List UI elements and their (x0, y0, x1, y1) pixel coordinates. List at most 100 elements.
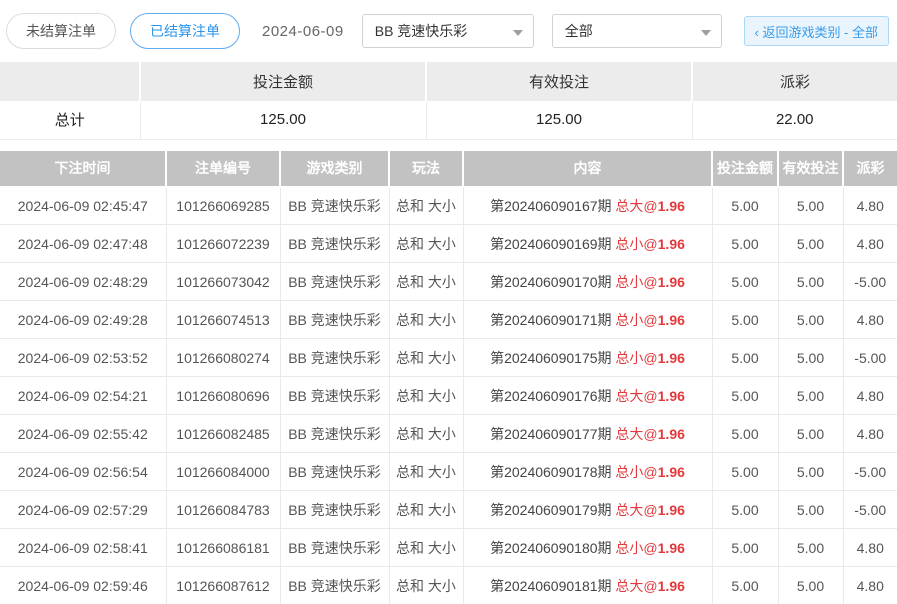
bet-odds: 1.96 (658, 464, 685, 480)
game-type-cell: BB 竞速快乐彩 (280, 415, 389, 453)
stake-cell: 5.00 (712, 453, 778, 491)
header-payout: 派彩 (843, 151, 897, 187)
bet-content-cell: 第202406090178期 总小@1.96 (463, 453, 712, 491)
bet-content-cell: 第202406090175期 总小@1.96 (463, 339, 712, 377)
bet-time-cell: 2024-06-09 02:56:54 (0, 453, 166, 491)
bet-content-cell: 第202406090179期 总大@1.96 (463, 491, 712, 529)
table-row: 2024-06-09 02:54:21101266080696BB 竞速快乐彩总… (0, 377, 897, 415)
valid-stake-cell: 5.00 (778, 301, 843, 339)
table-row: 2024-06-09 02:49:28101266074513BB 竞速快乐彩总… (0, 301, 897, 339)
payout-cell: 4.80 (843, 567, 897, 604)
tab-unsettled-bets[interactable]: 未结算注单 (6, 13, 116, 49)
header-play-type: 玩法 (389, 151, 463, 187)
draw-period: 第202406090181期 (490, 578, 615, 594)
play-type-cell: 总和 大小 (389, 377, 463, 415)
bet-pick: 总大@ (615, 502, 657, 518)
back-to-game-category-button[interactable]: ‹ 返回游戏类别 - 全部 (744, 16, 890, 46)
valid-stake-cell: 5.00 (778, 225, 843, 263)
draw-period: 第202406090180期 (490, 540, 615, 556)
valid-stake-cell: 5.00 (778, 377, 843, 415)
draw-period: 第202406090169期 (490, 236, 615, 252)
payout-cell: -5.00 (843, 263, 897, 301)
header-content: 内容 (463, 151, 712, 187)
play-type-cell: 总和 大小 (389, 567, 463, 604)
stake-cell: 5.00 (712, 225, 778, 263)
summary-header-row: 投注金额 有效投注 派彩 (0, 62, 897, 101)
summary-total-row: 总计 125.00 125.00 22.00 (0, 101, 897, 139)
filter-select[interactable]: 全部 (552, 14, 722, 48)
draw-period: 第202406090175期 (490, 350, 615, 366)
header-order-id: 注单编号 (166, 151, 280, 187)
bet-time-cell: 2024-06-09 02:58:41 (0, 529, 166, 567)
bet-pick: 总大@ (615, 578, 657, 594)
payout-cell: 4.80 (843, 301, 897, 339)
bet-pick: 总大@ (615, 426, 657, 442)
table-row: 2024-06-09 02:48:29101266073042BB 竞速快乐彩总… (0, 263, 897, 301)
summary-total-valid-bet: 125.00 (426, 101, 692, 139)
table-row: 2024-06-09 02:55:42101266082485BB 竞速快乐彩总… (0, 415, 897, 453)
game-type-select[interactable]: BB 竞速快乐彩 (362, 14, 534, 48)
stake-cell: 5.00 (712, 301, 778, 339)
bet-pick: 总大@ (615, 198, 657, 214)
play-type-cell: 总和 大小 (389, 415, 463, 453)
bet-content-cell: 第202406090177期 总大@1.96 (463, 415, 712, 453)
tab-settled-bets[interactable]: 已结算注单 (130, 13, 240, 49)
summary-header-valid-bet: 有效投注 (426, 62, 692, 101)
bet-odds: 1.96 (658, 502, 685, 518)
bet-odds: 1.96 (658, 236, 685, 252)
valid-stake-cell: 5.00 (778, 187, 843, 225)
bet-time-cell: 2024-06-09 02:59:46 (0, 567, 166, 604)
stake-cell: 5.00 (712, 567, 778, 604)
toolbar: 未结算注单 已结算注单 2024-06-09 BB 竞速快乐彩 全部 ‹ 返回游… (0, 0, 897, 62)
header-game-type: 游戏类别 (280, 151, 389, 187)
summary-header-bet-amount: 投注金额 (140, 62, 426, 101)
play-type-cell: 总和 大小 (389, 529, 463, 567)
stake-cell: 5.00 (712, 529, 778, 567)
valid-stake-cell: 5.00 (778, 415, 843, 453)
summary-total-bet-amount: 125.00 (140, 101, 426, 139)
play-type-cell: 总和 大小 (389, 187, 463, 225)
bet-time-cell: 2024-06-09 02:54:21 (0, 377, 166, 415)
date-label: 2024-06-09 (262, 23, 344, 40)
bet-content-cell: 第202406090176期 总大@1.96 (463, 377, 712, 415)
game-type-cell: BB 竞速快乐彩 (280, 187, 389, 225)
bet-content-cell: 第202406090181期 总大@1.96 (463, 567, 712, 604)
header-valid-bet: 有效投注 (778, 151, 843, 187)
bet-time-cell: 2024-06-09 02:49:28 (0, 301, 166, 339)
draw-period: 第202406090178期 (490, 464, 615, 480)
table-row: 2024-06-09 02:45:47101266069285BB 竞速快乐彩总… (0, 187, 897, 225)
game-type-cell: BB 竞速快乐彩 (280, 567, 389, 604)
bet-content-cell: 第202406090170期 总小@1.96 (463, 263, 712, 301)
table-row: 2024-06-09 02:58:41101266086181BB 竞速快乐彩总… (0, 529, 897, 567)
draw-period: 第202406090179期 (490, 502, 615, 518)
game-type-cell: BB 竞速快乐彩 (280, 529, 389, 567)
stake-cell: 5.00 (712, 263, 778, 301)
play-type-cell: 总和 大小 (389, 301, 463, 339)
draw-period: 第202406090170期 (490, 274, 615, 290)
bet-pick: 总大@ (615, 388, 657, 404)
payout-cell: -5.00 (843, 453, 897, 491)
bet-time-cell: 2024-06-09 02:48:29 (0, 263, 166, 301)
order-id-cell: 101266084000 (166, 453, 280, 491)
summary-total-label: 总计 (0, 101, 140, 139)
bet-odds: 1.96 (658, 198, 685, 214)
payout-cell: -5.00 (843, 339, 897, 377)
summary-header-payout: 派彩 (692, 62, 897, 101)
draw-period: 第202406090171期 (490, 312, 615, 328)
order-id-cell: 101266082485 (166, 415, 280, 453)
bet-content-cell: 第202406090180期 总小@1.96 (463, 529, 712, 567)
bet-odds: 1.96 (658, 388, 685, 404)
valid-stake-cell: 5.00 (778, 529, 843, 567)
header-bet-time: 下注时间 (0, 151, 166, 187)
bet-time-cell: 2024-06-09 02:55:42 (0, 415, 166, 453)
valid-stake-cell: 5.00 (778, 339, 843, 377)
bet-odds: 1.96 (658, 312, 685, 328)
game-type-cell: BB 竞速快乐彩 (280, 225, 389, 263)
bet-pick: 总小@ (615, 540, 657, 556)
bet-pick: 总小@ (615, 312, 657, 328)
table-row: 2024-06-09 02:47:48101266072239BB 竞速快乐彩总… (0, 225, 897, 263)
payout-cell: 4.80 (843, 225, 897, 263)
bet-odds: 1.96 (658, 274, 685, 290)
table-row: 2024-06-09 02:57:29101266084783BB 竞速快乐彩总… (0, 491, 897, 529)
bet-time-cell: 2024-06-09 02:47:48 (0, 225, 166, 263)
